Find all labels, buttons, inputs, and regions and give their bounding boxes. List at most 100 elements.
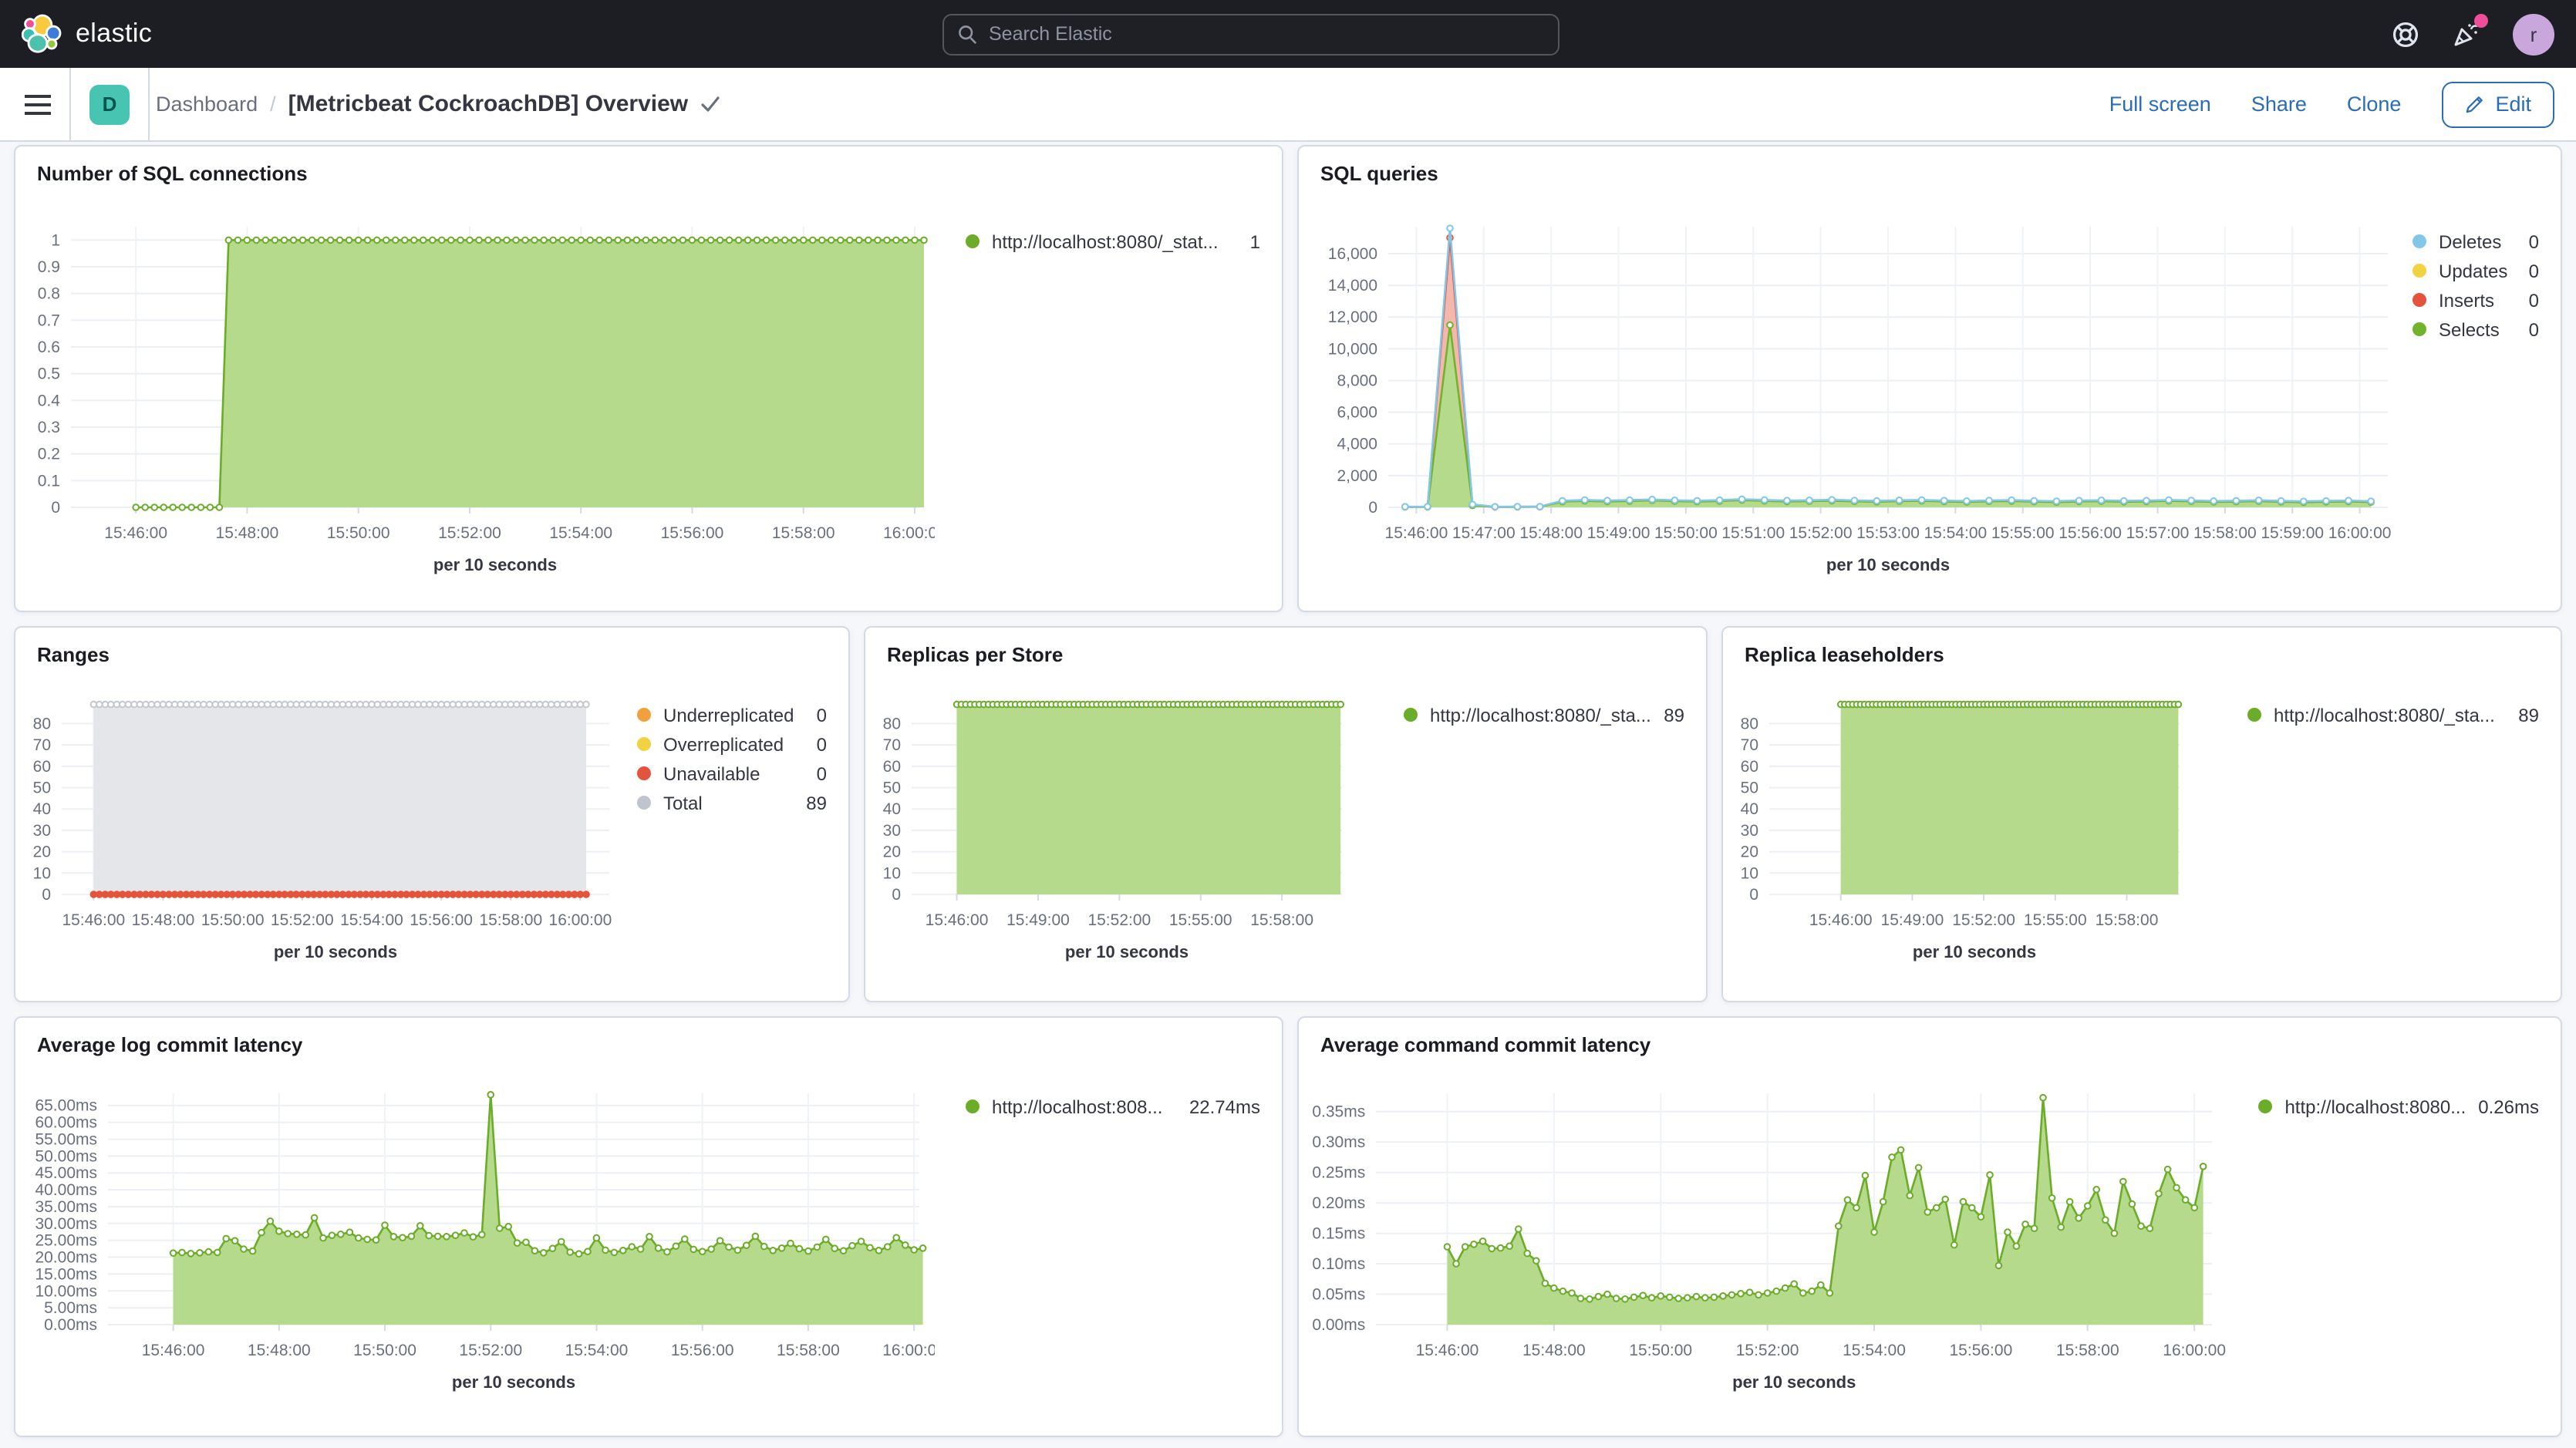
legend-item[interactable]: http://localhost:8080/_sta... 89 bbox=[1404, 700, 1684, 729]
series-color-dot bbox=[2412, 264, 2426, 278]
legend-item[interactable]: http://localhost:8080/_stat... 1 bbox=[966, 227, 1260, 256]
legend-item[interactable]: Underreplicated 0 bbox=[637, 700, 827, 729]
svg-text:0: 0 bbox=[42, 886, 51, 904]
breadcrumb: Dashboard / [Metricbeat CockroachDB] Ove… bbox=[150, 91, 720, 117]
legend-item[interactable]: Unavailable 0 bbox=[637, 759, 827, 788]
series-color-dot bbox=[966, 1099, 979, 1113]
sql-connections-chart[interactable]: 00.10.20.30.40.50.60.70.80.9115:46:0015:… bbox=[15, 199, 935, 611]
elastic-logo[interactable]: elastic bbox=[22, 14, 152, 54]
help-button[interactable] bbox=[2391, 19, 2420, 49]
dashboard-header-bar: D Dashboard / [Metricbeat CockroachDB] O… bbox=[0, 68, 2576, 142]
avg-command-commit-latency-chart[interactable]: 0.00ms0.05ms0.10ms0.15ms0.20ms0.25ms0.30… bbox=[1299, 1070, 2230, 1436]
legend-value: 1 bbox=[1250, 231, 1260, 252]
svg-text:80: 80 bbox=[33, 715, 51, 732]
svg-text:15:46:00: 15:46:00 bbox=[62, 911, 125, 929]
legend-item[interactable]: Updates 0 bbox=[2412, 256, 2539, 285]
legend-item[interactable]: http://localhost:8080... 0.26ms bbox=[2258, 1092, 2539, 1121]
svg-text:45.00ms: 45.00ms bbox=[35, 1164, 97, 1182]
chart-legend: Underreplicated 0 Overreplicated 0 Unava… bbox=[625, 680, 848, 1001]
svg-text:15:56:00: 15:56:00 bbox=[410, 911, 473, 929]
svg-text:16:00:00: 16:00:00 bbox=[882, 1342, 935, 1359]
svg-text:15:46:00: 15:46:00 bbox=[1385, 524, 1448, 542]
legend-item[interactable]: Total 89 bbox=[637, 788, 827, 817]
series-color-dot bbox=[1404, 708, 1418, 722]
svg-text:15:48:00: 15:48:00 bbox=[1519, 524, 1583, 542]
legend-item[interactable]: Deletes 0 bbox=[2412, 227, 2539, 256]
svg-text:15:47:00: 15:47:00 bbox=[1452, 524, 1516, 542]
legend-item[interactable]: Inserts 0 bbox=[2412, 285, 2539, 315]
legend-value: 0 bbox=[2529, 231, 2539, 252]
check-icon[interactable] bbox=[700, 96, 720, 113]
svg-text:15:46:00: 15:46:00 bbox=[1416, 1342, 1479, 1359]
legend-label: Unavailable bbox=[663, 763, 760, 784]
panel-sql-queries: SQL queries 02,0004,0006,0008,00010,0001… bbox=[1297, 145, 2562, 612]
legend-item[interactable]: Overreplicated 0 bbox=[637, 729, 827, 759]
avatar[interactable]: r bbox=[2513, 13, 2554, 55]
panel-avg-command-commit-latency: Average command commit latency 0.00ms0.0… bbox=[1297, 1016, 2562, 1437]
svg-text:60: 60 bbox=[883, 758, 901, 776]
svg-text:10: 10 bbox=[883, 864, 901, 882]
svg-text:0.00ms: 0.00ms bbox=[44, 1316, 97, 1334]
breadcrumb-dashboard[interactable]: Dashboard bbox=[156, 93, 258, 116]
replicas-per-store-chart[interactable]: 0102030405060708015:46:0015:49:0015:52:0… bbox=[865, 680, 1357, 1001]
panel-sql-connections: Number of SQL connections 00.10.20.30.40… bbox=[14, 145, 1283, 612]
svg-text:15:56:00: 15:56:00 bbox=[1950, 1342, 2013, 1359]
svg-text:50: 50 bbox=[33, 780, 51, 797]
full-screen-button[interactable]: Full screen bbox=[2109, 93, 2211, 116]
svg-text:8,000: 8,000 bbox=[1337, 372, 1377, 389]
svg-text:55.00ms: 55.00ms bbox=[35, 1130, 97, 1148]
series-color-dot bbox=[637, 737, 651, 751]
avg-log-commit-latency-chart[interactable]: 0.00ms5.00ms10.00ms15.00ms20.00ms25.00ms… bbox=[15, 1070, 935, 1436]
svg-text:0.05ms: 0.05ms bbox=[1312, 1286, 1365, 1304]
legend-label: Updates bbox=[2439, 260, 2507, 281]
legend-item[interactable]: http://localhost:8080/_sta... 89 bbox=[2247, 700, 2539, 729]
legend-value: 0 bbox=[817, 733, 827, 755]
kibana-app: elastic bbox=[0, 0, 2576, 1448]
sql-queries-chart[interactable]: 02,0004,0006,0008,00010,00012,00014,0001… bbox=[1299, 199, 2406, 611]
panel-title: Replicas per Store bbox=[887, 643, 1063, 666]
panel-replicas-per-store: Replicas per Store 0102030405060708015:4… bbox=[864, 626, 1708, 1002]
legend-value: 0 bbox=[2529, 289, 2539, 311]
ranges-chart[interactable]: 0102030405060708015:46:0015:48:0015:50:0… bbox=[15, 680, 625, 1001]
help-icon bbox=[2391, 19, 2420, 49]
svg-text:0: 0 bbox=[892, 886, 901, 904]
svg-text:70: 70 bbox=[1741, 736, 1758, 754]
svg-text:0.4: 0.4 bbox=[38, 392, 61, 409]
legend-label: http://localhost:8080... bbox=[2284, 1096, 2466, 1117]
edit-button[interactable]: Edit bbox=[2441, 81, 2554, 127]
legend-item[interactable]: Selects 0 bbox=[2412, 315, 2539, 344]
space-badge[interactable]: D bbox=[89, 84, 130, 124]
avatar-initial: r bbox=[2530, 22, 2537, 45]
legend-item[interactable]: http://localhost:808... 22.74ms bbox=[966, 1092, 1260, 1121]
svg-text:0: 0 bbox=[1368, 499, 1377, 517]
panel-title: Average command commit latency bbox=[1320, 1033, 1650, 1056]
chart-legend: Deletes 0 Updates 0 Inserts 0 Selects 0 bbox=[2406, 199, 2561, 611]
share-button[interactable]: Share bbox=[2251, 93, 2307, 116]
svg-text:80: 80 bbox=[1741, 715, 1758, 732]
global-search[interactable] bbox=[942, 13, 1559, 55]
panel-title: SQL queries bbox=[1320, 162, 1438, 185]
svg-text:40: 40 bbox=[1741, 800, 1758, 818]
svg-text:15:48:00: 15:48:00 bbox=[216, 524, 279, 542]
clone-button[interactable]: Clone bbox=[2347, 93, 2402, 116]
replica-leaseholders-chart[interactable]: 0102030405060708015:46:0015:49:0015:52:0… bbox=[1723, 680, 2198, 1001]
svg-text:50.00ms: 50.00ms bbox=[35, 1147, 97, 1165]
svg-text:15:54:00: 15:54:00 bbox=[1843, 1342, 1906, 1359]
menu-button[interactable] bbox=[22, 93, 69, 115]
svg-text:0.15ms: 0.15ms bbox=[1312, 1225, 1365, 1243]
svg-text:65.00ms: 65.00ms bbox=[35, 1097, 97, 1115]
legend-value: 0 bbox=[817, 704, 827, 726]
legend-value: 0 bbox=[2529, 318, 2539, 340]
svg-text:15:49:00: 15:49:00 bbox=[1587, 524, 1650, 542]
search-input[interactable] bbox=[989, 23, 1544, 45]
svg-text:40: 40 bbox=[883, 800, 901, 818]
notification-dot bbox=[2474, 14, 2488, 28]
news-button[interactable] bbox=[2451, 19, 2482, 49]
svg-text:15.00ms: 15.00ms bbox=[35, 1265, 97, 1283]
svg-text:40.00ms: 40.00ms bbox=[35, 1181, 97, 1199]
panel-replica-leaseholders: Replica leaseholders 0102030405060708015… bbox=[1721, 626, 2562, 1002]
divider bbox=[69, 67, 71, 141]
svg-text:15:49:00: 15:49:00 bbox=[1881, 911, 1944, 929]
series-color-dot bbox=[966, 234, 979, 248]
svg-text:80: 80 bbox=[883, 715, 901, 732]
